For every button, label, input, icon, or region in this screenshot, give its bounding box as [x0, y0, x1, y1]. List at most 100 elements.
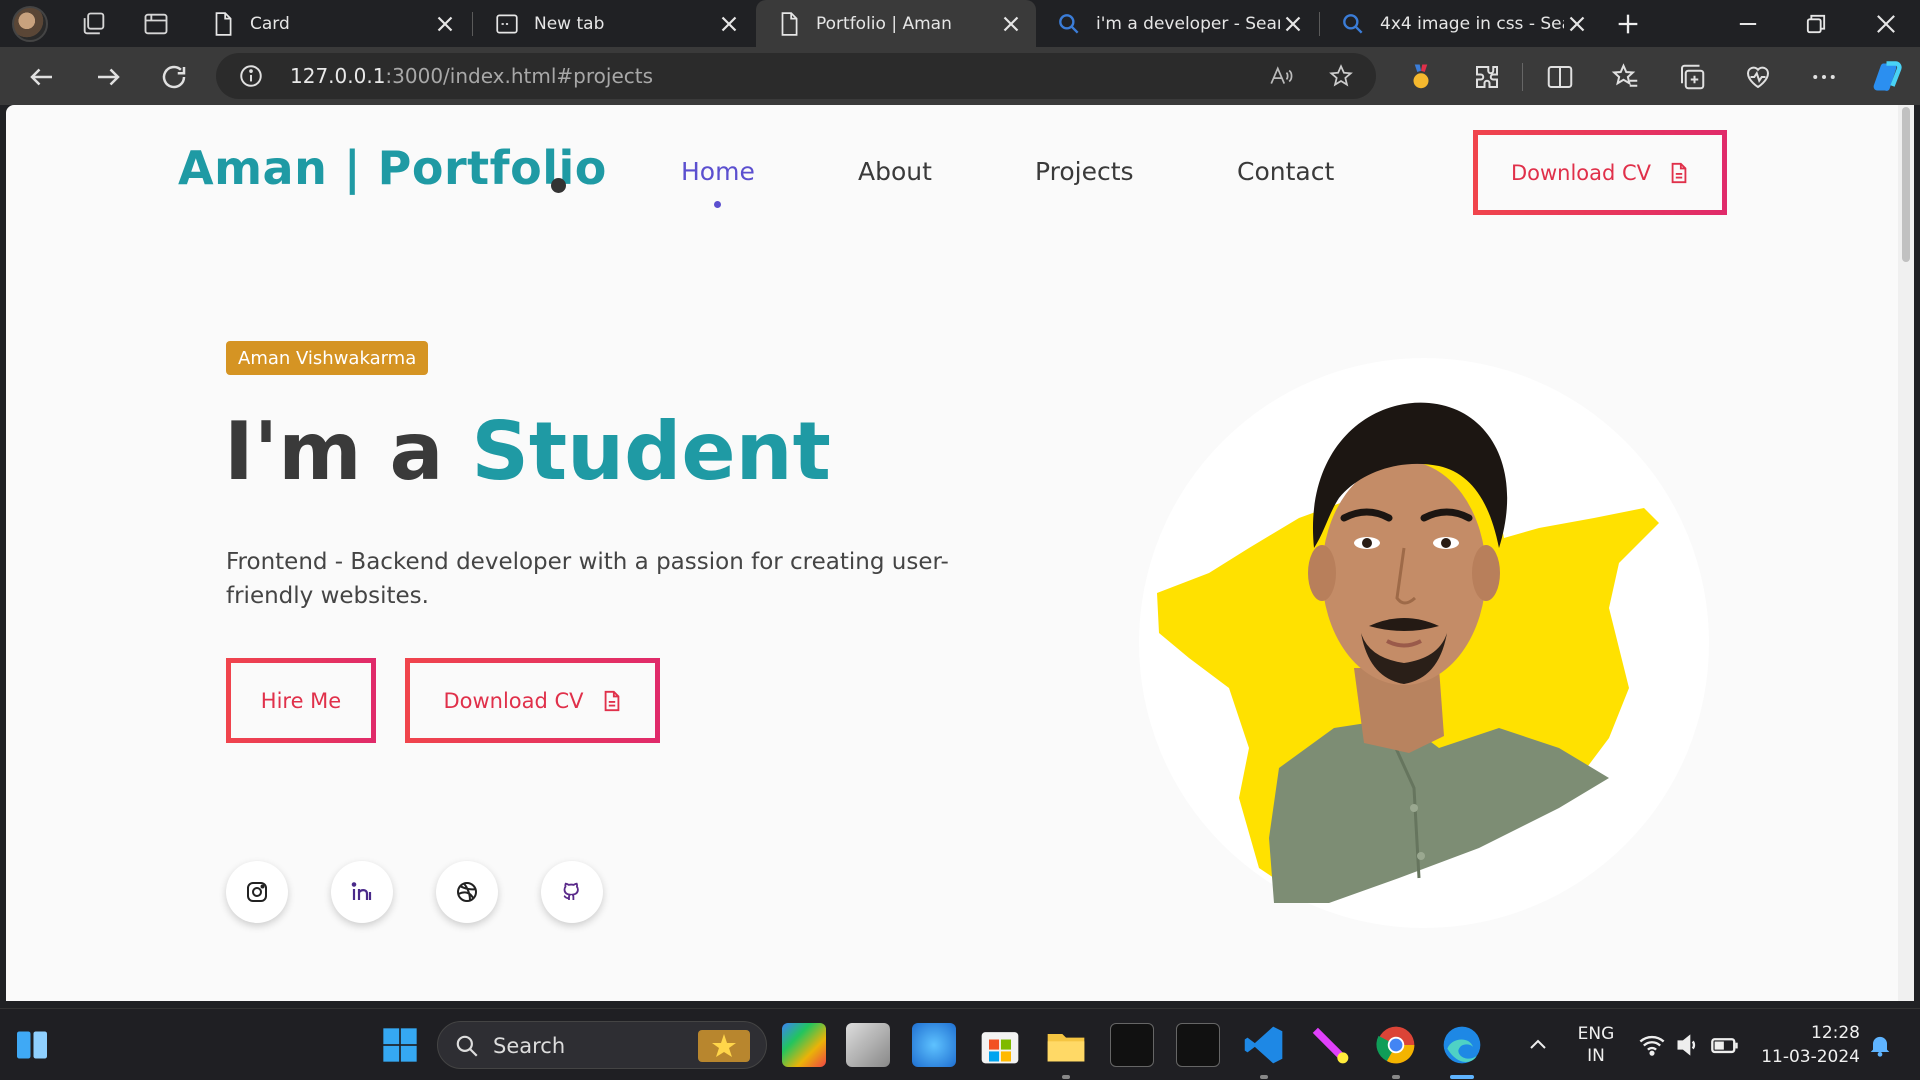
taskbar-vscode-icon[interactable] — [1242, 1023, 1286, 1067]
github-link[interactable] — [541, 861, 603, 923]
start-icon[interactable] — [380, 1025, 420, 1065]
new-tab-icon — [496, 13, 518, 34]
linkedin-icon — [351, 882, 372, 900]
more-options-icon[interactable] — [1809, 62, 1839, 92]
close-icon[interactable] — [716, 11, 742, 37]
close-icon[interactable] — [432, 11, 458, 37]
new-tab-plus-icon[interactable] — [1614, 10, 1642, 38]
windows-taskbar: Search ENG IN 12:28 11-03-2024 — [0, 1008, 1920, 1080]
nav-home[interactable]: Home — [681, 157, 755, 186]
instagram-icon — [247, 882, 267, 902]
favorite-star-icon[interactable] — [1328, 63, 1354, 89]
download-cv-button[interactable]: Download CV — [405, 658, 660, 743]
url-host: 127.0.0.1 — [290, 64, 386, 88]
site-logo[interactable]: Aman | Portfolio — [178, 141, 607, 195]
hero-portrait-image — [1157, 402, 1659, 903]
close-window-icon[interactable] — [1872, 10, 1900, 38]
nav-about[interactable]: About — [858, 157, 932, 186]
dribbble-icon — [457, 882, 477, 902]
tab-search-developer[interactable]: i'm a developer - Searc — [1036, 0, 1318, 47]
tab-card[interactable]: Card — [190, 0, 470, 47]
profile-avatar[interactable] — [12, 6, 48, 42]
taskbar-file-explorer-icon[interactable] — [1044, 1023, 1088, 1067]
clock-date: 11-03-2024 — [1761, 1047, 1860, 1067]
taskbar-copilot-pre-icon[interactable] — [782, 1023, 826, 1067]
tab-actions-icon[interactable] — [142, 10, 170, 38]
search-icon — [456, 1035, 478, 1057]
url-text[interactable]: 127.0.0.1:3000/index.html#projects — [290, 64, 653, 88]
headline-role: Student — [471, 405, 831, 498]
hire-me-button[interactable]: Hire Me — [226, 658, 376, 743]
language-indicator[interactable]: ENG IN — [1576, 1023, 1616, 1067]
linkedin-link[interactable] — [331, 861, 393, 923]
dribbble-link[interactable] — [436, 861, 498, 923]
taskbar-paint-icon[interactable] — [912, 1023, 956, 1067]
tab-title: i'm a developer - Searc — [1096, 13, 1280, 34]
workspaces-icon[interactable] — [80, 10, 108, 38]
browser-toolbar: 127.0.0.1:3000/index.html#projects — [0, 47, 1920, 105]
logo-dot — [551, 178, 566, 193]
region-code: IN — [1587, 1046, 1605, 1066]
nav-contact[interactable]: Contact — [1237, 157, 1334, 186]
taskbar-search[interactable]: Search — [437, 1021, 767, 1069]
split-screen-icon[interactable] — [1545, 62, 1575, 92]
close-icon[interactable] — [1564, 11, 1590, 37]
forward-icon[interactable] — [93, 62, 123, 92]
volume-icon[interactable] — [1674, 1031, 1702, 1059]
nav-projects[interactable]: Projects — [1035, 157, 1134, 186]
instagram-link[interactable] — [226, 861, 288, 923]
taskbar-color-picker-icon[interactable] — [1308, 1023, 1352, 1067]
document-icon — [1671, 162, 1687, 183]
widgets-icon[interactable] — [14, 1027, 50, 1063]
close-icon[interactable] — [998, 11, 1024, 37]
taskbar-chrome-icon[interactable] — [1374, 1023, 1418, 1067]
hero-headline: I'm a Student — [224, 405, 831, 498]
battery-icon[interactable] — [1710, 1031, 1740, 1059]
search-icon — [1343, 13, 1363, 34]
header-download-cv-button[interactable]: Download CV — [1473, 130, 1727, 215]
github-icon — [563, 882, 579, 900]
scrollbar-thumb[interactable] — [1902, 107, 1910, 262]
clock[interactable]: 12:28 11-03-2024 — [1756, 1021, 1860, 1069]
favorites-icon[interactable] — [1611, 62, 1641, 92]
page-viewport: Aman | Portfolio Home About Projects Con… — [6, 105, 1906, 1001]
restore-icon[interactable] — [1802, 10, 1830, 38]
page-scrollbar[interactable] — [1898, 105, 1914, 1001]
search-icon — [1059, 13, 1079, 34]
search-label: Search — [493, 1034, 566, 1058]
page-icon — [781, 11, 798, 36]
search-highlight-icon — [698, 1030, 750, 1062]
tab-portfolio[interactable]: Portfolio | Aman — [756, 0, 1036, 47]
download-cv-label: Download CV — [443, 688, 584, 713]
taskbar-task-view-icon[interactable] — [846, 1023, 890, 1067]
show-hidden-icons-icon[interactable] — [1526, 1033, 1550, 1057]
tab-title: New tab — [534, 13, 605, 34]
running-indicator — [1062, 1075, 1070, 1079]
back-icon[interactable] — [27, 62, 57, 92]
extensions-icon[interactable] — [1472, 62, 1502, 92]
site-info-icon[interactable] — [238, 63, 264, 89]
minimize-icon[interactable] — [1734, 10, 1762, 38]
tab-new-tab[interactable]: New tab — [474, 0, 754, 47]
refresh-icon[interactable] — [159, 62, 189, 92]
browser-tab-strip: Card New tab Portfolio | Aman i'm a deve… — [0, 0, 1920, 47]
wifi-icon[interactable] — [1638, 1031, 1666, 1059]
running-indicator — [1260, 1075, 1268, 1079]
hire-me-label: Hire Me — [260, 688, 342, 713]
headline-prefix: I'm a — [224, 405, 444, 498]
notifications-bell-icon[interactable] — [1866, 1031, 1894, 1059]
tab-search-css[interactable]: 4x4 image in css - Sear — [1320, 0, 1602, 47]
taskbar-edge-icon[interactable] — [1440, 1023, 1484, 1067]
taskbar-store-icon[interactable] — [978, 1023, 1022, 1067]
url-path: :3000/index.html#projects — [385, 64, 654, 88]
header-download-cv-label: Download CV — [1510, 160, 1652, 185]
browser-essentials-icon[interactable] — [1743, 62, 1773, 92]
taskbar-mysql-icon[interactable] — [1176, 1023, 1220, 1067]
copilot-icon[interactable] — [1870, 59, 1906, 95]
collections-icon[interactable] — [1677, 62, 1707, 92]
taskbar-terminal-icon[interactable] — [1110, 1023, 1154, 1067]
address-bar[interactable]: 127.0.0.1:3000/index.html#projects — [216, 53, 1376, 99]
close-icon[interactable] — [1280, 11, 1306, 37]
rewards-medal-icon[interactable] — [1406, 62, 1436, 92]
read-aloud-icon[interactable] — [1268, 63, 1294, 89]
